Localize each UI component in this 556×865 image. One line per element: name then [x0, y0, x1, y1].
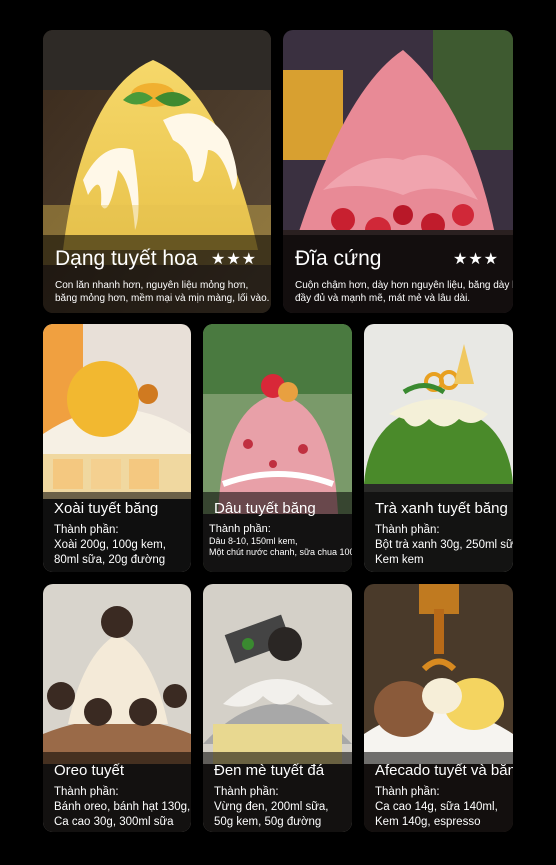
card-affogato[interactable]: Afecado tuyết và băng Thành phần: Ca cao… [364, 584, 513, 832]
rating-stars: ★★★ [210, 251, 257, 268]
card-title: Oreo tuyết [54, 762, 125, 779]
card-caption: Đen mè tuyết đá Thành phần: Vừng đen, 20… [203, 752, 352, 832]
card-caption: Xoài tuyết băng Thành phần: Xoài 200g, 1… [43, 492, 191, 572]
card-hard-plate[interactable]: Đĩa cứng ★★★ Cuộn chậm hơn, dày hơn nguy… [283, 30, 513, 313]
card-title: Xoài tuyết băng [54, 500, 159, 517]
card-description: Cuộn chậm hơn, dày hơn nguyên liệu, băng… [295, 280, 513, 304]
card-caption: Trà xanh tuyết băng Thành phần: Bột trà … [364, 492, 513, 572]
card-description: Thành phần: Bánh oreo, bánh hạt 130g, Ca… [54, 786, 191, 828]
card-title: Đen mè tuyết đá [214, 762, 325, 779]
card-caption: Dạng tuyết hoa ★★★ Con lăn nhanh hơn, ng… [43, 235, 271, 313]
rating-stars: ★★★ [452, 251, 499, 268]
card-description: Thành phần: Xoài 200g, 100g kem, 80ml sữ… [54, 524, 166, 566]
card-title: Đĩa cứng [295, 247, 382, 270]
card-title: Dạng tuyết hoa [55, 247, 198, 270]
card-oreo[interactable]: Oreo tuyết Thành phần: Bánh oreo, bánh h… [43, 584, 191, 832]
card-title: Afecado tuyết và băng [375, 762, 513, 779]
card-title: Dâu tuyết băng [214, 500, 316, 517]
card-description: Con lăn nhanh hơn, nguyên liệu mỏng hơn,… [55, 280, 270, 304]
card-caption: Afecado tuyết và băng Thành phần: Ca cao… [364, 752, 513, 832]
card-snowflake[interactable]: Dạng tuyết hoa ★★★ Con lăn nhanh hơn, ng… [43, 30, 271, 313]
card-caption: Đĩa cứng ★★★ Cuộn chậm hơn, dày hơn nguy… [283, 235, 513, 313]
card-caption: Dâu tuyết băng Thành phần: Dâu 8-10, 150… [203, 492, 352, 572]
card-caption: Oreo tuyết Thành phần: Bánh oreo, bánh h… [43, 752, 191, 832]
card-title: Trà xanh tuyết băng [375, 500, 508, 517]
card-description: Thành phần: Vừng đen, 200ml sữa, 50g kem… [214, 786, 329, 828]
card-black-sesame[interactable]: Đen mè tuyết đá Thành phần: Vừng đen, 20… [203, 584, 352, 832]
card-green-tea[interactable]: Trà xanh tuyết băng Thành phần: Bột trà … [364, 324, 513, 572]
card-strawberry[interactable]: Dâu tuyết băng Thành phần: Dâu 8-10, 150… [203, 324, 352, 572]
card-description: Thành phần: Ca cao 14g, sữa 140ml, Kem 1… [375, 786, 498, 828]
card-description: Thành phần: Dâu 8-10, 150ml kem, Một chú… [209, 523, 352, 557]
card-description: Thành phần: Bột trà xanh 30g, 250ml sữa,… [375, 524, 513, 566]
card-mango[interactable]: Xoài tuyết băng Thành phần: Xoài 200g, 1… [43, 324, 191, 572]
